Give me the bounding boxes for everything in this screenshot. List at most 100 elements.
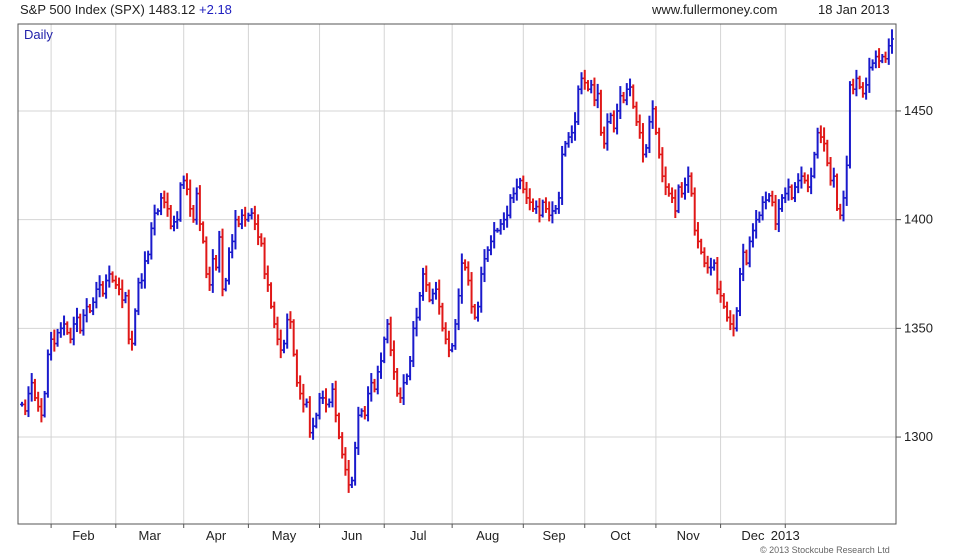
price-bar-down xyxy=(537,198,542,223)
price-bar-down xyxy=(324,388,329,413)
price-bar-up xyxy=(210,249,215,293)
price-bar-up xyxy=(123,291,128,304)
price-bar-down xyxy=(87,304,92,314)
price-bar-down xyxy=(673,189,678,219)
price-bar-down xyxy=(398,387,403,404)
price-bar-down xyxy=(666,183,671,197)
price-bar-down xyxy=(362,406,367,420)
price-bar-up xyxy=(498,219,503,235)
price-bar-down xyxy=(68,327,73,344)
price-bar-up xyxy=(304,398,309,408)
price-bar-down xyxy=(524,181,529,204)
price-bar-up xyxy=(311,417,316,440)
price-bar-down xyxy=(773,194,778,231)
price-bar-up xyxy=(49,331,54,361)
price-bar-up xyxy=(511,187,516,204)
price-bar-down xyxy=(521,175,526,194)
price-bar-up xyxy=(142,251,147,289)
price-bar-down xyxy=(770,190,775,207)
price-bar-up xyxy=(230,234,235,259)
price-bar-up xyxy=(579,72,584,95)
price-bar-down xyxy=(333,380,338,423)
price-bar-down xyxy=(214,255,219,271)
price-bar-down xyxy=(100,281,105,297)
price-bar-down xyxy=(728,310,733,331)
price-bar-down xyxy=(262,237,267,280)
price-bar-up xyxy=(624,83,629,106)
price-bar-up xyxy=(146,250,151,265)
price-bar-down xyxy=(611,110,616,133)
price-bar-up xyxy=(327,398,332,408)
price-bar-down xyxy=(391,340,396,380)
price-bar-down xyxy=(443,322,448,345)
price-bar-up xyxy=(864,77,869,100)
price-bar-up xyxy=(378,352,383,379)
price-bar-up xyxy=(886,38,891,65)
price-bar-down xyxy=(259,233,264,247)
price-bar-down xyxy=(805,174,810,193)
price-bar-up xyxy=(776,199,781,233)
price-bar-down xyxy=(288,311,293,329)
price-bar-down xyxy=(802,172,807,184)
price-bar-up xyxy=(246,212,251,222)
price-bar-down xyxy=(531,198,536,212)
copyright-notice: © 2013 Stockcube Research Ltd xyxy=(760,545,890,555)
price-bar-up xyxy=(401,374,406,405)
price-bar-down xyxy=(660,147,665,183)
price-bar-down xyxy=(256,214,261,246)
price-bar-up xyxy=(239,209,244,230)
price-bar-down xyxy=(188,179,193,217)
price-bar-down xyxy=(126,289,131,345)
price-bar-down xyxy=(243,206,248,227)
price-bar-up xyxy=(812,151,817,179)
price-bar-down xyxy=(275,316,280,346)
x-tick-label: Jun xyxy=(341,528,362,543)
price-bar-down xyxy=(731,314,736,337)
price-bar-down xyxy=(822,127,827,152)
price-bar-up xyxy=(450,343,455,353)
price-bar-up xyxy=(518,177,523,190)
price-bar-down xyxy=(162,190,167,209)
price-bar-up xyxy=(485,246,490,262)
price-bar-up xyxy=(349,476,354,489)
price-bar-up xyxy=(792,182,797,203)
price-bar-up xyxy=(359,408,364,418)
price-bar-down xyxy=(252,205,257,231)
price-bar-up xyxy=(757,211,762,223)
price-bar-up xyxy=(107,265,112,288)
price-bar-down xyxy=(543,197,548,213)
price-bar-up xyxy=(330,383,335,408)
price-bar-down xyxy=(692,187,697,236)
price-bar-down xyxy=(437,279,442,315)
price-bar-down xyxy=(184,173,189,196)
price-bar-up xyxy=(55,328,60,347)
x-tick-label: Dec xyxy=(741,528,765,543)
price-bar-down xyxy=(527,188,532,211)
price-bar-down xyxy=(278,329,283,359)
price-bar-up xyxy=(45,349,50,398)
price-bar-down xyxy=(346,460,351,493)
price-bar-down xyxy=(463,259,468,271)
price-bar-up xyxy=(456,288,461,331)
x-tick-label: 2013 xyxy=(771,528,800,543)
price-bar-up xyxy=(414,307,419,337)
price-bar-up xyxy=(783,187,788,204)
price-bar-down xyxy=(269,282,274,309)
price-bar-up xyxy=(430,288,435,305)
price-bar-up xyxy=(556,191,561,214)
price-bar-down xyxy=(602,126,607,149)
price-bar-up xyxy=(514,178,519,201)
price-bar-up xyxy=(476,301,481,322)
price-bar-up xyxy=(94,281,99,309)
price-bar-up xyxy=(767,193,772,203)
price-bar-down xyxy=(395,368,400,397)
x-tick-label: Sep xyxy=(542,528,565,543)
price-bar-up xyxy=(569,125,574,144)
price-bar-up xyxy=(708,257,713,276)
price-bar-up xyxy=(780,194,785,212)
price-bar-down xyxy=(117,277,122,296)
price-bar-up xyxy=(356,406,361,455)
x-tick-label: Jul xyxy=(410,528,427,543)
x-tick-label: May xyxy=(272,528,297,543)
price-bar-up xyxy=(890,29,894,54)
